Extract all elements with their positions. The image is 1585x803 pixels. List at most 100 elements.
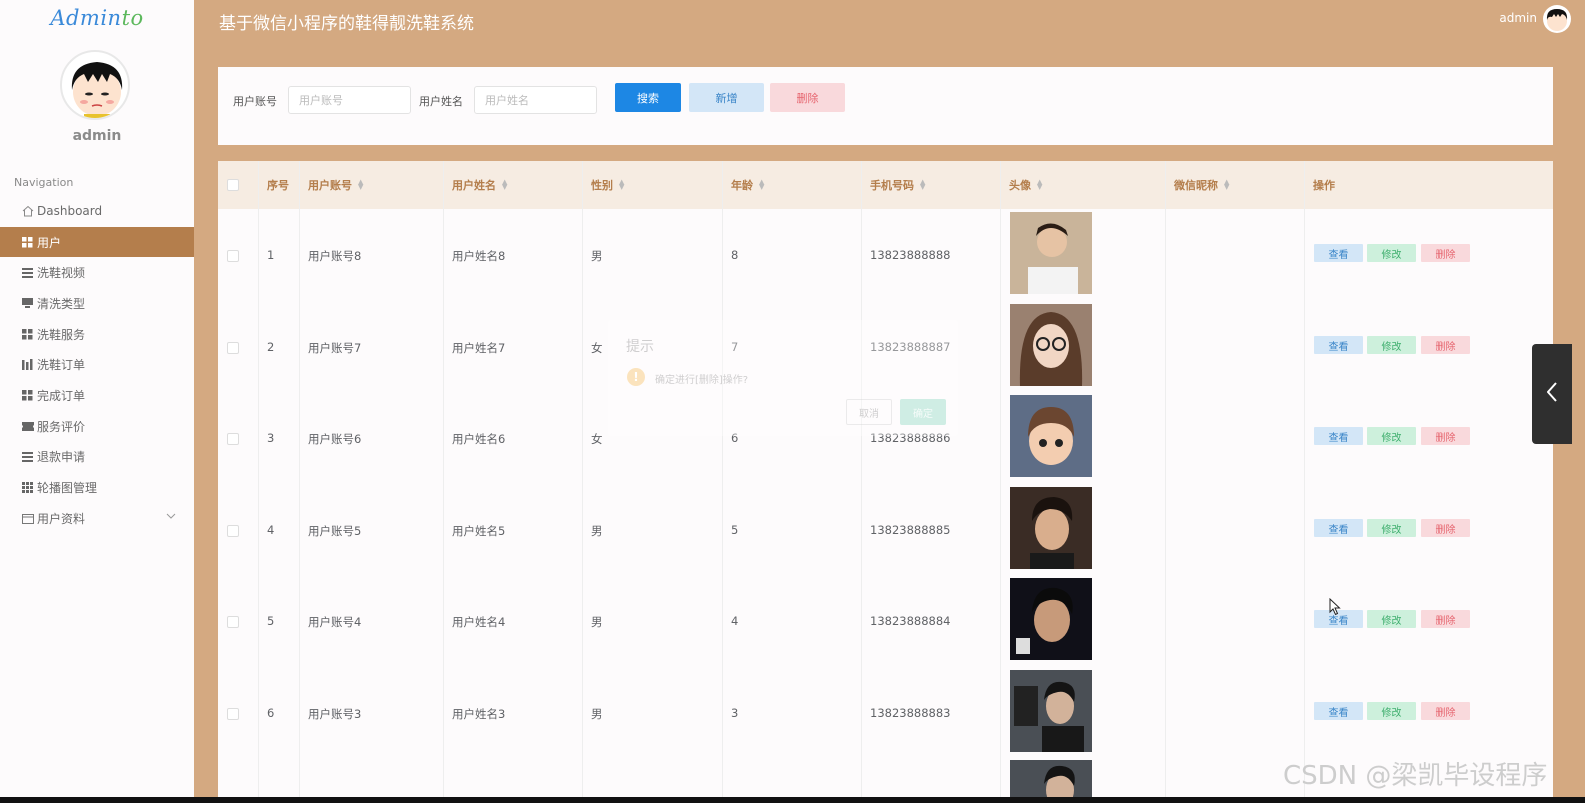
view-button[interactable]: 查看 <box>1314 702 1363 720</box>
sidebar-item-label: 服务评价 <box>37 419 86 434</box>
home-icon <box>21 205 34 217</box>
col-header-name[interactable]: 用户姓名 ▲ ▼ <box>452 161 507 209</box>
cell-age: 3 <box>731 706 739 720</box>
view-button[interactable]: 查看 <box>1314 427 1363 445</box>
chevron-left-icon <box>1546 382 1557 407</box>
sort-icon[interactable]: ▲ ▼ <box>502 179 507 191</box>
account-search-input[interactable] <box>288 86 411 114</box>
warning-icon: ! <box>627 368 645 386</box>
sidebar-item-clean-type[interactable]: 清洗类型 <box>0 288 194 319</box>
nav-section-title: Navigation <box>14 176 74 189</box>
cell-phone: 13823888884 <box>870 614 951 628</box>
view-button[interactable]: 查看 <box>1314 244 1363 262</box>
account-label: 用户账号 <box>233 95 277 108</box>
bulk-delete-button[interactable]: 删除 <box>770 83 845 112</box>
list-icon <box>21 267 34 279</box>
delete-button[interactable]: 删除 <box>1421 427 1470 445</box>
dialog-cancel-button[interactable]: 取消 <box>846 399 892 425</box>
sidebar-item-shoe-orders[interactable]: 洗鞋订单 <box>0 349 194 380</box>
edit-button[interactable]: 修改 <box>1367 610 1416 628</box>
sort-icon[interactable]: ▲ ▼ <box>619 179 624 191</box>
monitor-icon <box>21 297 34 309</box>
sort-icon[interactable]: ▲ ▼ <box>1037 179 1042 191</box>
delete-button[interactable]: 删除 <box>1421 336 1470 354</box>
col-header-actions: 操作 <box>1313 179 1335 192</box>
delete-button[interactable]: 删除 <box>1421 702 1470 720</box>
sidebar-item-carousel[interactable]: 轮播图管理 <box>0 472 194 503</box>
sidebar-item-label: 轮播图管理 <box>37 481 98 496</box>
search-button[interactable]: 搜索 <box>615 83 681 112</box>
edit-button[interactable]: 修改 <box>1367 427 1416 445</box>
sidebar-item-label: 用户 <box>37 235 62 250</box>
col-header-avatar[interactable]: 头像 ▲ ▼ <box>1009 161 1042 209</box>
cell-gender: 男 <box>591 524 603 538</box>
bar-icon <box>21 359 34 371</box>
sidebar-item-dashboard[interactable]: Dashboard <box>0 196 194 227</box>
col-header-age[interactable]: 年龄 ▲ ▼ <box>731 161 764 209</box>
row-checkbox[interactable] <box>227 708 239 720</box>
sidebar-item-shoe-video[interactable]: 洗鞋视频 <box>0 257 194 288</box>
user-avatar-image[interactable] <box>1010 760 1092 800</box>
user-avatar-image[interactable] <box>1010 212 1092 294</box>
header-avatar[interactable] <box>1543 5 1571 33</box>
sidebar-item-shoe-service[interactable]: 洗鞋服务 <box>0 319 194 350</box>
cell-name: 用户姓名5 <box>452 524 506 538</box>
grid-icon <box>21 328 34 340</box>
col-header-account[interactable]: 用户账号 ▲ ▼ <box>308 161 363 209</box>
sidebar-item-refund[interactable]: 退款申请 <box>0 442 194 473</box>
sidebar-avatar[interactable] <box>60 50 130 120</box>
row-checkbox[interactable] <box>227 250 239 262</box>
user-avatar-image[interactable] <box>1010 670 1092 752</box>
view-button[interactable]: 查看 <box>1314 519 1363 537</box>
edit-button[interactable]: 修改 <box>1367 244 1416 262</box>
row-checkbox[interactable] <box>227 433 239 445</box>
col-header-nickname[interactable]: 微信昵称 ▲ ▼ <box>1174 161 1229 209</box>
cell-name: 用户姓名3 <box>452 707 506 721</box>
col-header-phone[interactable]: 手机号码 ▲ ▼ <box>870 161 925 209</box>
select-all-checkbox[interactable] <box>227 179 239 191</box>
cell-account: 用户账号4 <box>308 615 362 629</box>
dialog-confirm-button[interactable]: 确定 <box>900 399 946 425</box>
app-logo[interactable]: Adminto <box>0 6 194 30</box>
name-label: 用户姓名 <box>419 95 463 108</box>
sort-icon[interactable]: ▲ ▼ <box>920 179 925 191</box>
apps-icon <box>21 482 34 494</box>
col-header-gender[interactable]: 性别 ▲ ▼ <box>591 161 624 209</box>
row-checkbox[interactable] <box>227 616 239 628</box>
cell-account: 用户账号8 <box>308 249 362 263</box>
edit-button[interactable]: 修改 <box>1367 702 1416 720</box>
header-username[interactable]: admin <box>1499 11 1537 25</box>
delete-button[interactable]: 删除 <box>1421 610 1470 628</box>
table-header: 序号 用户账号 ▲ ▼ 用户姓名 ▲ ▼ 性别 ▲ ▼ 年龄 ▲ ▼ 手机号码 ▲ ▼ 头像 ▲ ▼ 微… <box>218 161 1553 209</box>
table-row: 5 用户账号4 用户姓名4 男 4 13823888884 查看 修改 删除 <box>218 575 1553 667</box>
name-search-input[interactable] <box>474 86 597 114</box>
add-button[interactable]: 新增 <box>689 83 764 112</box>
sort-icon[interactable]: ▲ ▼ <box>759 179 764 191</box>
user-avatar-image[interactable] <box>1010 487 1092 569</box>
row-checkbox[interactable] <box>227 525 239 537</box>
user-avatar-image[interactable] <box>1010 578 1092 660</box>
cell-gender: 男 <box>591 707 603 721</box>
cell-phone: 13823888888 <box>870 248 951 262</box>
cell-age: 8 <box>731 248 739 262</box>
cell-phone: 13823888885 <box>870 523 951 537</box>
sort-icon[interactable]: ▲ ▼ <box>358 179 363 191</box>
sort-icon[interactable]: ▲ ▼ <box>1224 179 1229 191</box>
edit-button[interactable]: 修改 <box>1367 336 1416 354</box>
cell-name: 用户姓名8 <box>452 249 506 263</box>
delete-button[interactable]: 删除 <box>1421 244 1470 262</box>
edit-button[interactable]: 修改 <box>1367 519 1416 537</box>
sidebar-item-label: 洗鞋服务 <box>37 327 86 342</box>
sidebar-item-completed-orders[interactable]: 完成订单 <box>0 380 194 411</box>
delete-button[interactable]: 删除 <box>1421 519 1470 537</box>
side-drawer-toggle[interactable] <box>1532 344 1572 444</box>
row-checkbox[interactable] <box>227 342 239 354</box>
user-avatar-image[interactable] <box>1010 395 1092 477</box>
confirm-dialog: 提示 ! 确定进行[删除]操作? 取消 确定 <box>608 320 958 436</box>
sidebar-item-service-review[interactable]: 服务评价 <box>0 411 194 442</box>
user-avatar-image[interactable] <box>1010 304 1092 386</box>
sidebar-item-user-profile[interactable]: 用户资料 <box>0 503 194 534</box>
sidebar-item-users[interactable]: 用户 <box>0 226 194 258</box>
view-button[interactable]: 查看 <box>1314 336 1363 354</box>
sidebar: Adminto admin Navigation Dashboard 用户 洗鞋… <box>0 0 194 803</box>
